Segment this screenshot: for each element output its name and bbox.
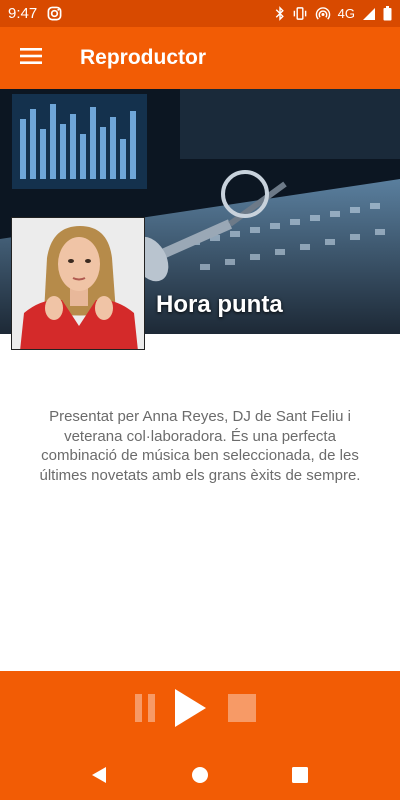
stop-icon <box>228 694 256 722</box>
menu-button[interactable] <box>0 27 62 89</box>
vibrate-icon <box>292 6 308 21</box>
hotspot-icon <box>315 6 331 21</box>
page-title: Reproductor <box>80 46 206 69</box>
app-bar: Reproductor <box>0 27 400 89</box>
program-description: Presentat per Anna Reyes, DJ de Sant Fel… <box>39 408 361 484</box>
pause-button[interactable] <box>134 694 156 722</box>
signal-icon <box>362 7 376 21</box>
pause-icon <box>135 694 155 722</box>
status-bar: 9:47 4G <box>0 0 400 27</box>
network-type: 4G <box>337 6 355 21</box>
system-nav-bar <box>0 750 400 800</box>
recents-icon <box>292 767 308 783</box>
back-icon <box>92 767 106 783</box>
home-icon <box>192 767 208 783</box>
play-icon <box>175 689 206 727</box>
host-photo <box>11 217 145 350</box>
home-button[interactable] <box>187 762 213 788</box>
stop-button[interactable] <box>228 694 256 722</box>
play-button[interactable] <box>172 688 208 728</box>
status-time: 9:47 <box>8 5 38 22</box>
instagram-icon <box>47 6 62 21</box>
back-button[interactable] <box>86 762 112 788</box>
battery-icon <box>383 6 392 21</box>
program-title: Hora punta <box>156 291 283 318</box>
hamburger-menu-icon <box>20 47 42 69</box>
recents-button[interactable] <box>287 762 313 788</box>
bluetooth-icon <box>275 6 285 21</box>
